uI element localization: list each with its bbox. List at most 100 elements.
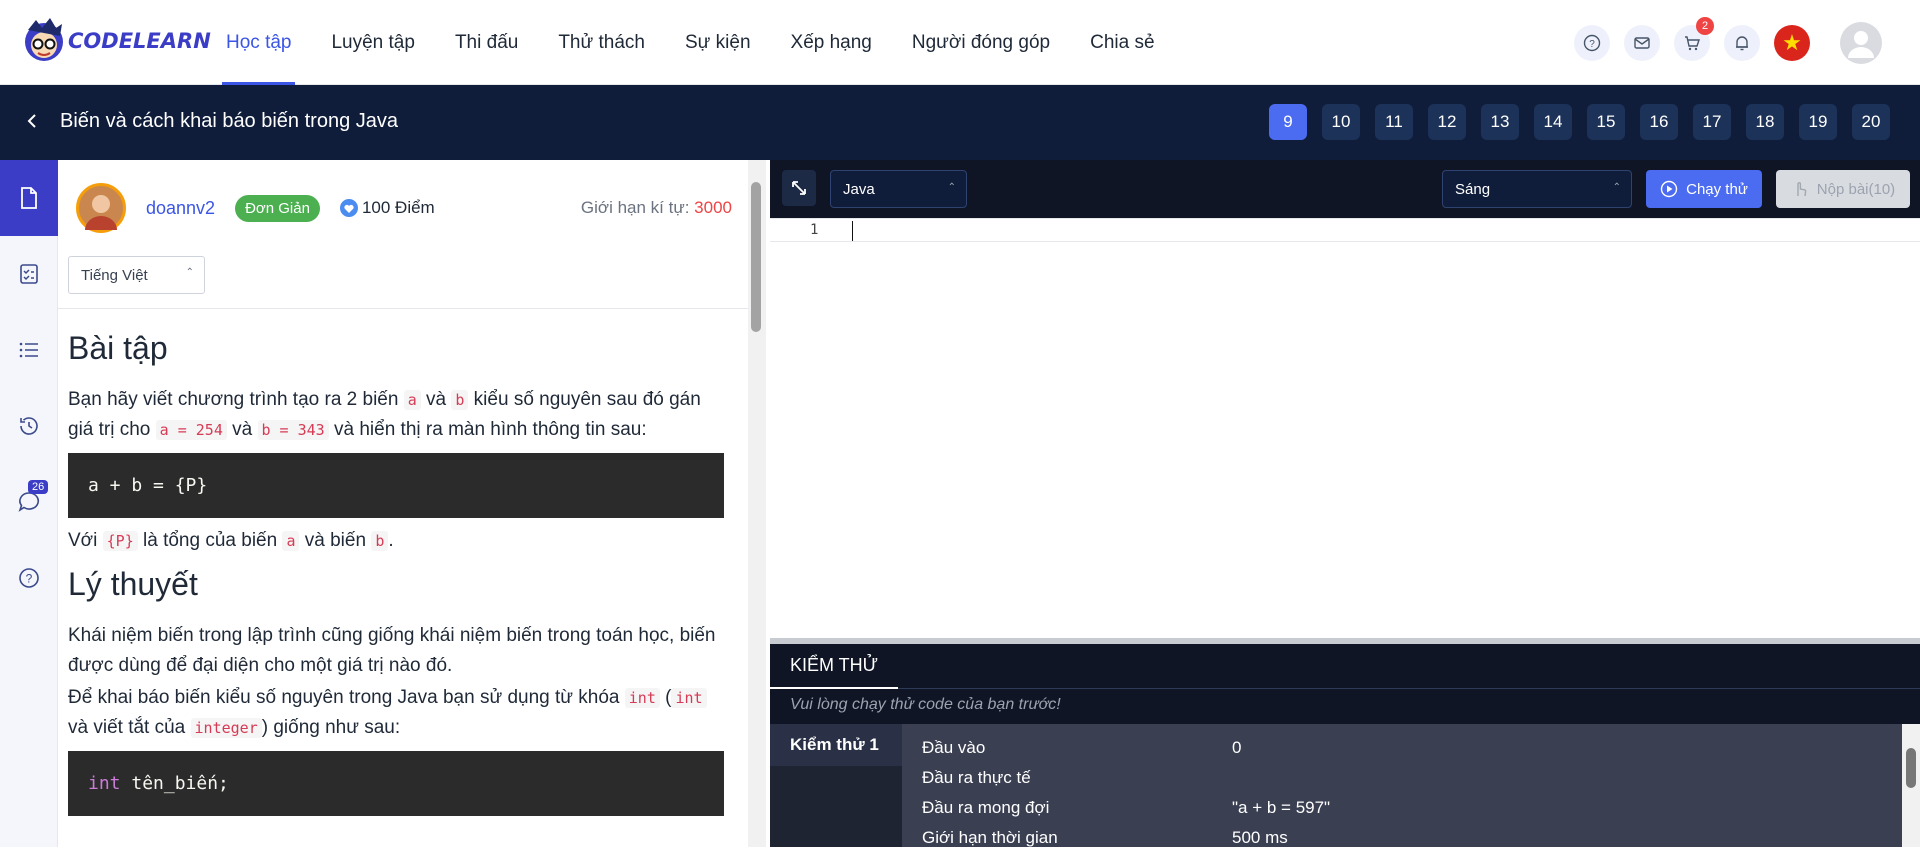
content-language-select[interactable]: Tiếng Việt ⌃ <box>68 256 205 294</box>
page-button[interactable]: 20 <box>1852 104 1890 140</box>
page-button[interactable]: 9 <box>1269 104 1307 140</box>
page-button[interactable]: 16 <box>1640 104 1678 140</box>
problem-content: Bài tập Bạn hãy viết chương trình tạo ra… <box>68 330 724 824</box>
test-case-tab[interactable]: Kiểm thử 1 <box>770 724 902 766</box>
test-panel: KIỂM THỬ Vui lòng chạy thử code của bạn … <box>770 644 1920 847</box>
test-row-label: Đầu ra mong đợi <box>922 798 1050 817</box>
text-cursor <box>852 221 853 241</box>
tab-tests[interactable]: KIỂM THỬ <box>770 644 899 689</box>
main-nav: Học tập Luyện tập Thi đấu Thử thách Sự k… <box>206 0 1175 85</box>
sidebar-item-list[interactable] <box>0 312 58 388</box>
mail-icon[interactable] <box>1624 24 1660 61</box>
lesson-header-bar: Biến và cách khai báo biến trong Java 9 … <box>0 85 1920 160</box>
test-row-label: Đầu vào <box>922 738 986 757</box>
svg-text:?: ? <box>1589 39 1595 50</box>
test-row-value: "a + b = 597" <box>1232 798 1331 817</box>
page-button[interactable]: 12 <box>1428 104 1466 140</box>
char-limit-label: Giới hạn kí tự: <box>580 198 690 217</box>
test-message: Vui lòng chạy thử code của bạn trước! <box>790 696 1061 713</box>
points-value: 100 Điểm <box>361 198 435 217</box>
select-arrows-icon: ⌃ <box>947 182 956 193</box>
submit-label: Nộp bài(10) <box>1816 180 1896 198</box>
bell-icon[interactable] <box>1724 24 1760 61</box>
sidebar-item-history[interactable] <box>0 388 58 464</box>
content-language-value: Tiếng Việt <box>81 266 148 284</box>
nav-item-su-kien[interactable]: Sự kiện <box>665 0 771 85</box>
list-icon <box>19 342 38 358</box>
user-avatar[interactable] <box>1840 21 1882 64</box>
sidebar-item-problem[interactable] <box>0 160 58 236</box>
heart-icon <box>339 199 358 217</box>
heading-exercise: Bài tập <box>68 330 168 366</box>
page-button[interactable]: 14 <box>1534 104 1572 140</box>
play-icon <box>1660 180 1678 198</box>
scrollbar-thumb[interactable] <box>1906 748 1916 788</box>
nav-item-luyen-tap[interactable]: Luyện tập <box>311 0 434 85</box>
char-limit-value: 3000 <box>694 198 732 217</box>
nav-item-hoc-tap[interactable]: Học tập <box>206 0 311 85</box>
discussion-count-badge: 26 <box>28 480 49 494</box>
left-tool-sidebar: 26 ? <box>0 160 58 847</box>
language-select[interactable]: Java ⌃ <box>830 170 967 208</box>
page-button[interactable]: 18 <box>1746 104 1784 140</box>
code-input-area[interactable]: 1 <box>770 218 1920 618</box>
help-icon[interactable]: ? <box>1574 24 1610 61</box>
nav-item-nguoi-dong-gop[interactable]: Người đóng góp <box>892 0 1070 85</box>
scrollbar-thumb[interactable] <box>751 182 761 332</box>
problem-scrollbar[interactable] <box>748 160 766 847</box>
test-row-value: 0 <box>1232 738 1242 757</box>
nav-item-thi-dau[interactable]: Thi đấu <box>435 0 538 85</box>
back-arrow-icon[interactable] <box>22 111 42 131</box>
header-actions: ? 2 ★ <box>1574 0 1920 85</box>
theory-paragraph: Khái niệm biến trong lập trình cũng giốn… <box>68 625 716 676</box>
lesson-title: Biến và cách khai báo biến trong Java <box>60 110 398 132</box>
problem-meta-row: doannv2 Đơn Giản 100 Điểm Giới hạn kí tự… <box>76 178 732 238</box>
sidebar-item-help[interactable]: ? <box>0 540 58 616</box>
lesson-pagination: 9 10 11 12 13 14 15 16 17 18 19 20 <box>1254 104 1890 140</box>
sidebar-item-checklist[interactable] <box>0 236 58 312</box>
cart-icon[interactable]: 2 <box>1674 16 1714 61</box>
heading-theory: Lý thuyết <box>68 566 198 602</box>
theme-value: Sáng <box>1455 180 1491 198</box>
submit-button[interactable]: Nộp bài(10) <box>1776 170 1910 208</box>
page-button[interactable]: 15 <box>1587 104 1625 140</box>
test-scrollbar[interactable] <box>1902 724 1920 847</box>
page-button[interactable]: 19 <box>1799 104 1837 140</box>
output-format-codeblock: a + b = {P} <box>68 453 724 518</box>
theory-paragraph-int: Để khai báo biến kiểu số nguyên trong Ja… <box>68 683 724 743</box>
test-row-value: 500 ms <box>1232 828 1288 847</box>
top-navbar: CODELEARN Học tập Luyện tập Thi đấu Thử … <box>0 0 1920 85</box>
points-label: 100 Điểm <box>339 198 435 218</box>
logo[interactable]: CODELEARN <box>22 16 211 66</box>
exercise-paragraph: Bạn hãy viết chương trình tạo ra 2 biến … <box>68 389 701 440</box>
checklist-icon <box>20 264 38 284</box>
select-arrows-icon: ⌃ <box>1612 182 1621 193</box>
run-button[interactable]: Chạy thử <box>1646 170 1762 208</box>
difficulty-badge: Đơn Giản <box>235 194 320 222</box>
run-label: Chạy thử <box>1686 180 1748 198</box>
document-icon <box>21 187 37 209</box>
page-button[interactable]: 17 <box>1693 104 1731 140</box>
page-button[interactable]: 11 <box>1375 104 1413 140</box>
author-avatar[interactable] <box>76 183 126 233</box>
select-arrows-icon: ⌃ <box>185 267 194 278</box>
nav-item-chia-se[interactable]: Chia sẻ <box>1070 0 1174 85</box>
cart-count-badge: 2 <box>1696 16 1714 35</box>
editor-toolbar: Java ⌃ Sáng ⌃ Chạy thử Nộp bài(10) <box>770 160 1920 218</box>
theme-select[interactable]: Sáng ⌃ <box>1442 170 1632 208</box>
char-limit: Giới hạn kí tự: 3000 <box>581 198 732 218</box>
logo-text: CODELEARN <box>68 29 211 53</box>
test-row-label: Giới hạn thời gian <box>922 828 1058 847</box>
nav-item-thu-thach[interactable]: Thử thách <box>538 0 665 85</box>
exercise-note: Với {P} là tổng của biến a và biến b. <box>68 530 394 551</box>
author-username[interactable]: doannv2 <box>146 198 215 219</box>
nav-item-xep-hang[interactable]: Xếp hạng <box>771 0 892 85</box>
hand-pointer-icon <box>1797 182 1807 197</box>
page-button[interactable]: 13 <box>1481 104 1519 140</box>
language-value: Java <box>843 180 875 198</box>
question-icon: ? <box>19 568 39 588</box>
vietnam-flag-icon[interactable]: ★ <box>1774 24 1810 61</box>
sidebar-item-discussion[interactable]: 26 <box>0 464 58 540</box>
expand-icon[interactable] <box>782 170 816 206</box>
page-button[interactable]: 10 <box>1322 104 1360 140</box>
